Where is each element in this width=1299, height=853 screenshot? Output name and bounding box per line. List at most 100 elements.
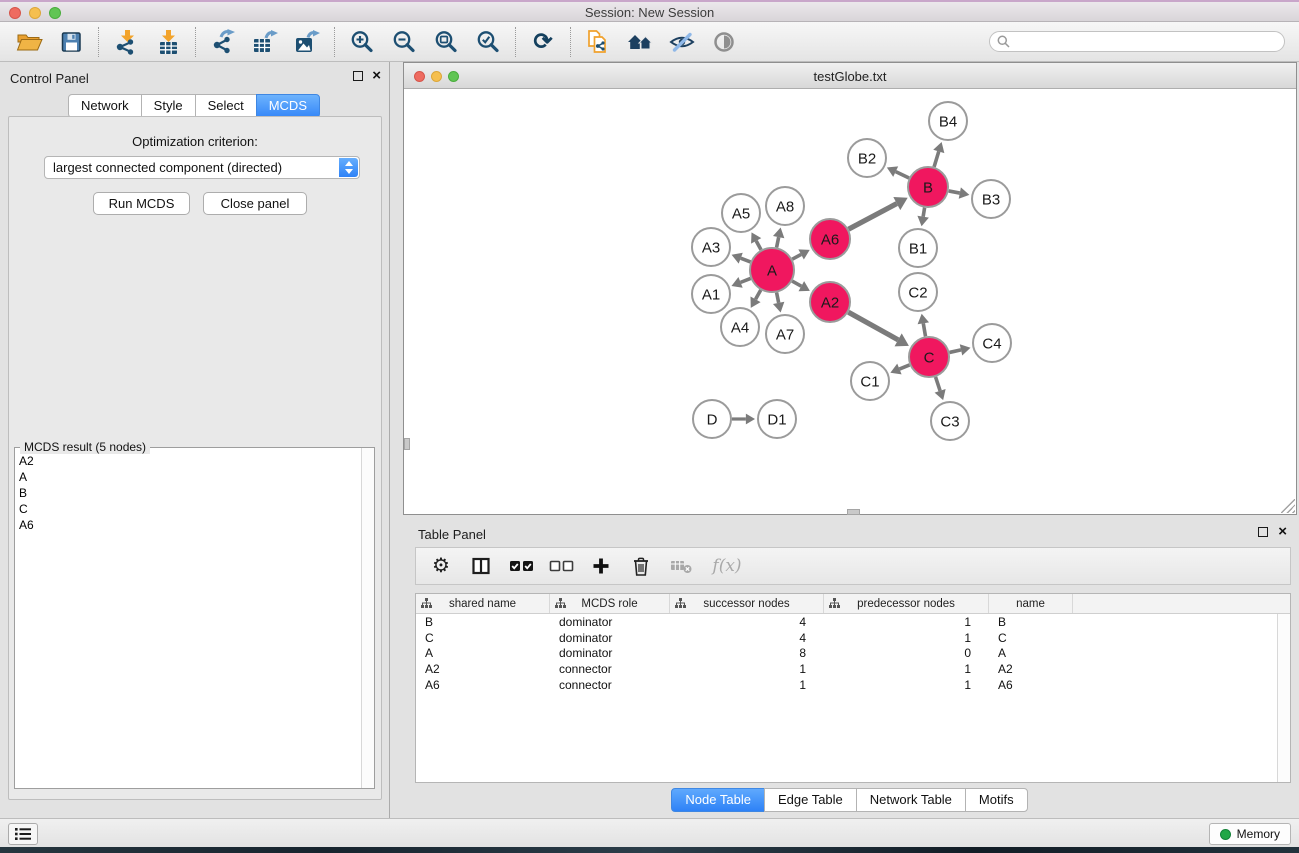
export-network-button[interactable] bbox=[202, 25, 244, 59]
graph-node-C[interactable]: C bbox=[909, 337, 949, 377]
graph-edge-A-A3[interactable] bbox=[732, 253, 751, 264]
cell-name[interactable]: C bbox=[989, 631, 1073, 645]
task-history-button[interactable] bbox=[8, 823, 38, 845]
tab-network[interactable]: Network bbox=[68, 94, 142, 118]
search-field[interactable] bbox=[989, 31, 1285, 52]
graph-node-B2[interactable]: B2 bbox=[848, 139, 886, 177]
graph-node-C2[interactable]: C2 bbox=[899, 273, 937, 311]
zoom-fit-button[interactable] bbox=[425, 25, 467, 59]
tab-mcds[interactable]: MCDS bbox=[256, 94, 320, 118]
graph-node-A2[interactable]: A2 bbox=[810, 282, 850, 322]
tab-select[interactable]: Select bbox=[195, 94, 257, 118]
graph-node-B[interactable]: B bbox=[908, 167, 948, 207]
close-panel-button[interactable]: Close panel bbox=[203, 192, 307, 215]
graph-edge-B-B1[interactable] bbox=[917, 208, 928, 227]
graph-edge-A-A4[interactable] bbox=[750, 290, 760, 308]
cell-predecessor-nodes[interactable]: 1 bbox=[824, 678, 989, 692]
clone-network-button[interactable] bbox=[577, 25, 619, 59]
tab-edge-table[interactable]: Edge Table bbox=[764, 788, 857, 812]
cell-predecessor-nodes[interactable]: 1 bbox=[824, 615, 989, 629]
horizontal-scroll-thumb[interactable] bbox=[847, 509, 860, 515]
table-row[interactable]: A2connector11A2 bbox=[416, 661, 1290, 677]
graph-edge-A-A5[interactable] bbox=[751, 232, 761, 249]
column-header-successor-nodes[interactable]: successor nodes bbox=[670, 594, 824, 613]
graph-edge-C-C3[interactable] bbox=[935, 377, 946, 400]
search-input[interactable] bbox=[1011, 33, 1284, 50]
cell-mcds-role[interactable]: connector bbox=[550, 662, 670, 676]
graph-edge-A2-C[interactable] bbox=[848, 312, 909, 346]
graph-node-C1[interactable]: C1 bbox=[851, 362, 889, 400]
graph-node-B4[interactable]: B4 bbox=[929, 102, 967, 140]
cell-mcds-role[interactable]: connector bbox=[550, 678, 670, 692]
tab-node-table[interactable]: Node Table bbox=[671, 788, 765, 812]
cell-shared-name[interactable]: B bbox=[416, 615, 550, 629]
cell-name[interactable]: A2 bbox=[989, 662, 1073, 676]
memory-button[interactable]: Memory bbox=[1209, 823, 1291, 845]
mcds-result-item[interactable]: A bbox=[19, 469, 360, 485]
cell-successor-nodes[interactable]: 1 bbox=[670, 678, 824, 692]
tab-network-table[interactable]: Network Table bbox=[856, 788, 966, 812]
graph-edge-B-B4[interactable] bbox=[933, 142, 944, 167]
cell-mcds-role[interactable]: dominator bbox=[550, 615, 670, 629]
import-table-button[interactable] bbox=[147, 25, 189, 59]
table-row[interactable]: Adominator80A bbox=[416, 645, 1290, 661]
show-hidden-button[interactable] bbox=[703, 25, 745, 59]
graph-edge-A-A1[interactable] bbox=[731, 277, 750, 288]
result-scrollbar[interactable] bbox=[361, 448, 374, 788]
cell-mcds-role[interactable]: dominator bbox=[550, 631, 670, 645]
tab-motifs[interactable]: Motifs bbox=[965, 788, 1028, 812]
float-table-panel-icon[interactable] bbox=[1258, 527, 1268, 537]
graph-edge-C-C4[interactable] bbox=[949, 344, 970, 355]
zoom-out-button[interactable] bbox=[383, 25, 425, 59]
graph-node-B3[interactable]: B3 bbox=[972, 180, 1010, 218]
close-table-panel-icon[interactable]: × bbox=[1278, 527, 1287, 537]
deselect-all-button[interactable] bbox=[544, 551, 578, 581]
cell-shared-name[interactable]: A bbox=[416, 646, 550, 660]
table-row[interactable]: Bdominator41B bbox=[416, 614, 1290, 630]
function-builder-button[interactable]: f(x) bbox=[704, 551, 750, 581]
cell-predecessor-nodes[interactable]: 1 bbox=[824, 631, 989, 645]
home-button[interactable] bbox=[619, 25, 661, 59]
graph-edge-D-D1[interactable] bbox=[732, 414, 755, 425]
cell-predecessor-nodes[interactable]: 0 bbox=[824, 646, 989, 660]
delete-table-button[interactable] bbox=[664, 551, 698, 581]
graph-edge-B-B2[interactable] bbox=[887, 166, 909, 178]
cell-successor-nodes[interactable]: 1 bbox=[670, 662, 824, 676]
cell-successor-nodes[interactable]: 8 bbox=[670, 646, 824, 660]
apply-layout-button[interactable]: ⟳ bbox=[522, 25, 564, 59]
table-settings-button[interactable]: ⚙ bbox=[424, 551, 458, 581]
graph-node-A6[interactable]: A6 bbox=[810, 219, 850, 259]
zoom-selected-button[interactable] bbox=[467, 25, 509, 59]
cell-shared-name[interactable]: A6 bbox=[416, 678, 550, 692]
cell-shared-name[interactable]: A2 bbox=[416, 662, 550, 676]
run-mcds-button[interactable]: Run MCDS bbox=[93, 192, 190, 215]
import-network-button[interactable] bbox=[105, 25, 147, 59]
network-canvas[interactable]: B4B2BB3A8A5A6B1A3AC2A1A2A4A7C4CC1C3DD1 bbox=[404, 89, 1296, 514]
table-row[interactable]: Cdominator41C bbox=[416, 630, 1290, 646]
graph-node-A4[interactable]: A4 bbox=[721, 308, 759, 346]
add-entry-button[interactable] bbox=[584, 551, 618, 581]
graph-edge-C-C2[interactable] bbox=[918, 314, 929, 337]
delete-entry-button[interactable] bbox=[624, 551, 658, 581]
hide-selected-button[interactable] bbox=[661, 25, 703, 59]
column-header-name[interactable]: name bbox=[989, 594, 1073, 613]
zoom-in-button[interactable] bbox=[341, 25, 383, 59]
cell-name[interactable]: B bbox=[989, 615, 1073, 629]
graph-edge-A-A6[interactable] bbox=[792, 249, 809, 259]
select-all-button[interactable] bbox=[504, 551, 538, 581]
column-header-shared-name[interactable]: shared name bbox=[416, 594, 550, 613]
graph-edge-B-B3[interactable] bbox=[949, 187, 970, 198]
mcds-result-item[interactable]: A6 bbox=[19, 517, 360, 533]
cell-name[interactable]: A6 bbox=[989, 678, 1073, 692]
mcds-result-item[interactable]: C bbox=[19, 501, 360, 517]
graph-edge-A-A8[interactable] bbox=[773, 228, 784, 248]
cell-predecessor-nodes[interactable]: 1 bbox=[824, 662, 989, 676]
graph-node-A5[interactable]: A5 bbox=[722, 194, 760, 232]
show-columns-button[interactable] bbox=[464, 551, 498, 581]
mcds-result-item[interactable]: B bbox=[19, 485, 360, 501]
cell-shared-name[interactable]: C bbox=[416, 631, 550, 645]
cell-successor-nodes[interactable]: 4 bbox=[670, 631, 824, 645]
graph-node-C3[interactable]: C3 bbox=[931, 402, 969, 440]
open-session-button[interactable] bbox=[8, 25, 50, 59]
table-row[interactable]: A6connector11A6 bbox=[416, 677, 1290, 693]
